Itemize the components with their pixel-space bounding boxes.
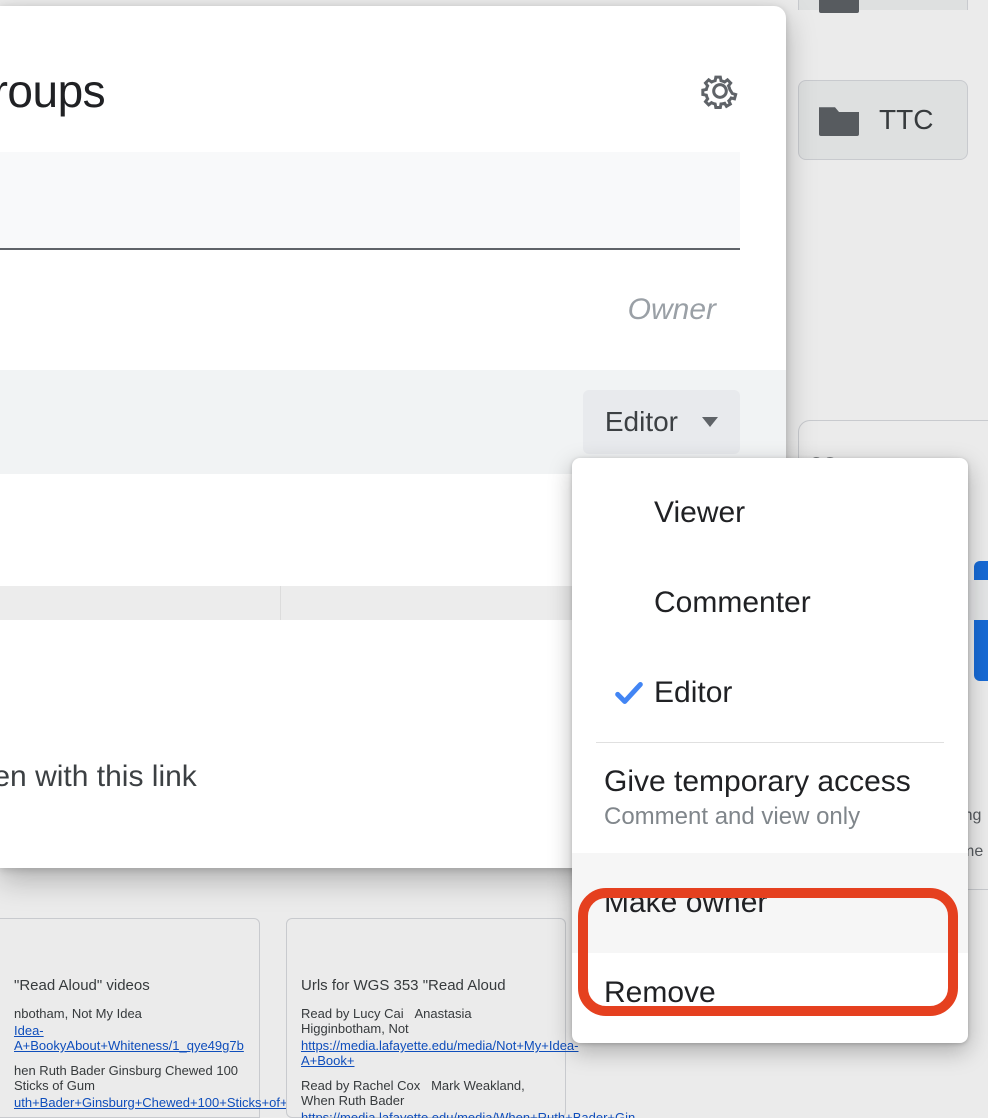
menu-item-editor[interactable]: Editor (572, 648, 968, 738)
doc-card[interactable]: Urls for WGS 353 "Read Aloud Read by Luc… (286, 918, 566, 1118)
menu-item-label: Remove (604, 976, 936, 1010)
panel-active-tab[interactable] (974, 561, 988, 681)
owner-row: Owner (0, 250, 786, 370)
doc-link[interactable]: Idea-A+BookyAbout+Whiteness/1_qye49g7b (14, 1023, 245, 1053)
check-slot (604, 676, 654, 710)
doc-card[interactable]: "Read Aloud" videos nbotham, Not My Idea… (0, 918, 260, 1118)
menu-item-remove[interactable]: Remove (572, 953, 968, 1033)
add-people-input[interactable] (0, 152, 740, 250)
menu-item-label: Editor (654, 676, 936, 710)
doc-text: nbotham, Not My Idea (14, 1006, 245, 1021)
doc-link[interactable]: uth+Bader+Ginsburg+Chewed+100+Sticks+of+… (14, 1095, 245, 1110)
folder-chip-partial (798, 0, 968, 10)
folder-label: TTC (879, 104, 933, 136)
menu-item-viewer[interactable]: Viewer (572, 468, 968, 558)
menu-item-label: Viewer (654, 496, 936, 530)
role-dropdown-button[interactable]: Editor (583, 390, 740, 454)
dialog-header: and groups (0, 6, 786, 146)
role-menu: Viewer Commenter Editor Give temporary a… (572, 458, 968, 1043)
role-dropdown-label: Editor (605, 406, 678, 438)
doc-text: Read by Lucy Cai (301, 1006, 404, 1021)
menu-item-sublabel: Comment and view only (604, 803, 936, 831)
link-description: open with this link (0, 760, 197, 793)
menu-divider (596, 742, 944, 743)
menu-item-commenter[interactable]: Commenter (572, 558, 968, 648)
folder-icon (819, 0, 859, 13)
share-settings-button[interactable] (698, 69, 742, 113)
gear-icon (700, 71, 740, 111)
doc-text: Read by Rachel Cox (301, 1078, 420, 1093)
folder-chip-ttc[interactable]: TTC (798, 80, 968, 160)
menu-item-label: Commenter (654, 586, 936, 620)
chevron-down-icon (702, 417, 718, 427)
owner-label: Owner (628, 293, 716, 327)
doc-link[interactable]: https://media.lafayette.edu/media/When+R… (301, 1110, 551, 1118)
doc-title: Urls for WGS 353 "Read Aloud (301, 977, 551, 994)
dialog-title: and groups (0, 64, 105, 118)
menu-item-temp-access[interactable]: Give temporary access Comment and view o… (572, 747, 968, 853)
check-icon (612, 676, 646, 710)
menu-item-label: Give temporary access (604, 765, 936, 799)
folder-icon (819, 104, 859, 136)
doc-link[interactable]: https://media.lafayette.edu/media/Not+My… (301, 1038, 551, 1068)
menu-item-make-owner[interactable]: Make owner (572, 853, 968, 953)
doc-title: "Read Aloud" videos (14, 977, 245, 994)
menu-item-label: Make owner (604, 886, 936, 920)
doc-text: hen Ruth Bader Ginsburg Chewed 100 Stick… (14, 1063, 245, 1093)
